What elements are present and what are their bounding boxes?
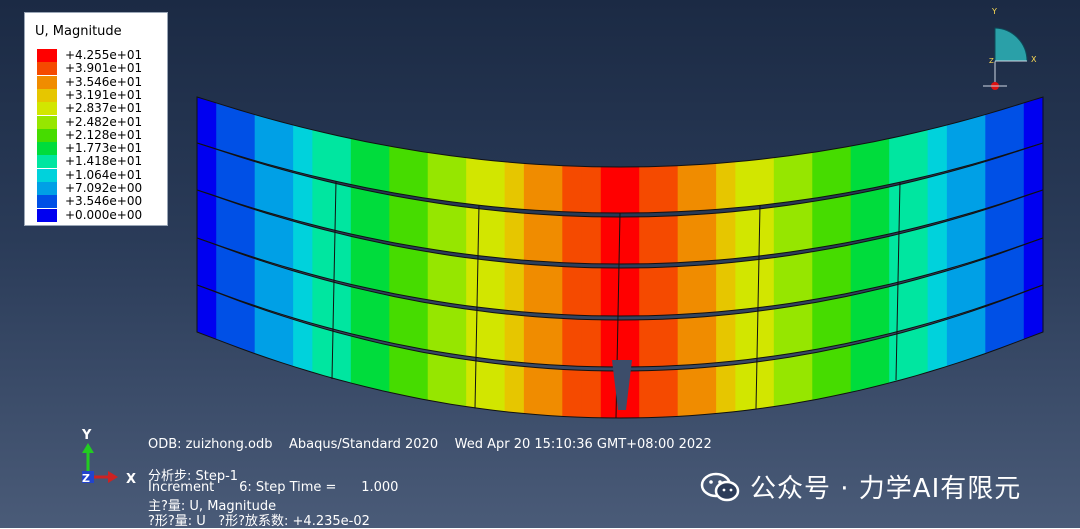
triad-z-label: Z: [82, 472, 90, 485]
wechat-icon: [700, 472, 740, 501]
triad-small-z-label: Z: [989, 57, 994, 65]
triad-small-x-label: X: [1031, 55, 1037, 64]
viewport[interactable]: U, Magnitude +4.255e+01 +3.901e+01 +3.546e…: [0, 0, 1080, 529]
triad-x-label: X: [126, 472, 136, 487]
axis-triad: Y Z X: [81, 428, 136, 487]
triad-y-label: Y: [81, 428, 92, 443]
view-triad-small: Y X Z: [983, 7, 1037, 90]
info-odb: ODB: zuizhong.odb Abaqus/Standard 2020 W…: [148, 437, 712, 452]
info-increment: Increment 6: Step Time = 1.000: [148, 480, 399, 495]
info-deformed-var: ?形?量: U ?形?放系数: +4.235e-02: [148, 514, 370, 529]
watermark-text: 公众号 · 力学AI有限元: [750, 474, 1022, 504]
watermark: 公众号 · 力学AI有限元: [700, 468, 1021, 505]
triad-small-y-label: Y: [991, 7, 997, 16]
